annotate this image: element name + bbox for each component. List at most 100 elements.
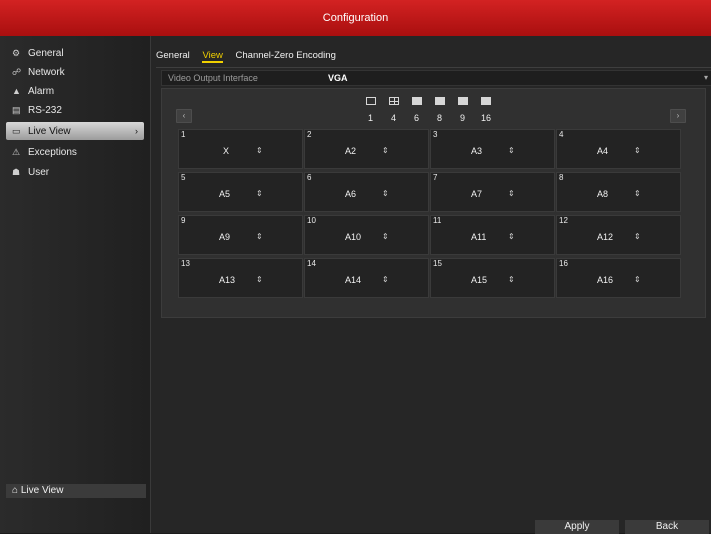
layout-16-icon[interactable]: [481, 97, 491, 105]
channel-camera-value[interactable]: A5: [219, 189, 230, 199]
chevron-left-icon: ‹: [182, 111, 186, 120]
channel-camera-value[interactable]: A16: [597, 275, 613, 285]
channel-camera-value[interactable]: A15: [471, 275, 487, 285]
layout-9-icon[interactable]: [458, 97, 468, 105]
tab-general[interactable]: General: [156, 50, 190, 61]
channel-cell[interactable]: 4 A4 ⇕: [556, 129, 681, 169]
sidebar-item-exceptions[interactable]: ⚠ Exceptions: [6, 143, 144, 161]
channel-number: 11: [433, 216, 442, 225]
sidebar-item-label: Exceptions: [28, 147, 77, 158]
layout-label[interactable]: 9: [460, 113, 465, 123]
spinner-arrows-icon[interactable]: ⇕: [256, 275, 263, 284]
home-icon: ⌂: [12, 485, 21, 496]
previous-page-button[interactable]: ‹: [176, 109, 192, 123]
channel-camera-value[interactable]: A12: [597, 232, 613, 242]
monitor-icon: ▭: [12, 126, 21, 136]
layout-8-icon[interactable]: [435, 97, 445, 105]
video-output-select[interactable]: Video Output Interface VGA ▾: [161, 70, 711, 86]
tab-bar: General View Channel-Zero Encoding: [156, 50, 346, 66]
sidebar-item-label: General: [28, 48, 64, 59]
tab-divider: [156, 67, 711, 68]
alarm-icon: ▲: [12, 86, 21, 96]
channel-cell[interactable]: 6 A6 ⇕: [304, 172, 429, 212]
channel-camera-value[interactable]: A10: [345, 232, 361, 242]
chevron-down-icon: ▾: [703, 73, 708, 82]
channel-cell[interactable]: 5 A5 ⇕: [178, 172, 303, 212]
sidebar-item-live-view[interactable]: ▭ Live View ›: [6, 122, 144, 140]
channel-number: 5: [181, 173, 186, 182]
spinner-arrows-icon[interactable]: ⇕: [256, 232, 263, 241]
sidebar-item-user[interactable]: ☗ User: [6, 163, 144, 181]
spinner-arrows-icon[interactable]: ⇕: [634, 275, 641, 284]
channel-camera-value[interactable]: A2: [345, 146, 356, 156]
sidebar-item-general[interactable]: ⚙ General: [6, 44, 144, 62]
spinner-arrows-icon[interactable]: ⇕: [382, 275, 389, 284]
channel-number: 9: [181, 216, 186, 225]
channel-camera-value[interactable]: A6: [345, 189, 356, 199]
channel-cell[interactable]: 16 A16 ⇕: [556, 258, 681, 298]
sidebar-item-rs232[interactable]: ▤ RS-232: [6, 101, 144, 119]
back-button[interactable]: Back: [625, 520, 709, 534]
channel-number: 8: [559, 173, 564, 182]
window-title: Configuration: [0, 0, 711, 36]
channel-cell[interactable]: 9 A9 ⇕: [178, 215, 303, 255]
sidebar: ⚙ General ☍ Network ▲ Alarm ▤ RS-232 ▭ Live V…: [0, 36, 151, 533]
channel-camera-value[interactable]: A11: [471, 232, 486, 242]
spinner-arrows-icon[interactable]: ⇕: [508, 189, 515, 198]
channel-number: 2: [307, 130, 312, 139]
spinner-arrows-icon[interactable]: ⇕: [634, 189, 641, 198]
channel-cell[interactable]: 14 A14 ⇕: [304, 258, 429, 298]
channel-cell[interactable]: 3 A3 ⇕: [430, 129, 555, 169]
channel-camera-value[interactable]: A3: [471, 146, 482, 156]
channel-cell[interactable]: 1 X ⇕: [178, 129, 303, 169]
layout-6-icon[interactable]: [412, 97, 422, 105]
channel-camera-value[interactable]: A13: [219, 275, 235, 285]
spinner-arrows-icon[interactable]: ⇕: [382, 232, 389, 241]
next-page-button[interactable]: ›: [670, 109, 686, 123]
spinner-arrows-icon[interactable]: ⇕: [256, 146, 263, 155]
channel-camera-value[interactable]: A8: [597, 189, 608, 199]
layout-4-icon[interactable]: [389, 97, 399, 105]
channel-camera-value[interactable]: A7: [471, 189, 482, 199]
channel-cell[interactable]: 11 A11 ⇕: [430, 215, 555, 255]
channel-cell[interactable]: 12 A12 ⇕: [556, 215, 681, 255]
channel-cell[interactable]: 7 A7 ⇕: [430, 172, 555, 212]
layout-label[interactable]: 4: [391, 113, 396, 123]
spinner-arrows-icon[interactable]: ⇕: [382, 189, 389, 198]
channel-cell[interactable]: 10 A10 ⇕: [304, 215, 429, 255]
channel-cell[interactable]: 2 A2 ⇕: [304, 129, 429, 169]
sidebar-item-label: RS-232: [28, 105, 62, 116]
channel-camera-value[interactable]: A14: [345, 275, 361, 285]
sidebar-item-alarm[interactable]: ▲ Alarm: [6, 82, 144, 100]
spinner-arrows-icon[interactable]: ⇕: [508, 275, 515, 284]
layout-label[interactable]: 1: [368, 113, 373, 123]
layout-label[interactable]: 6: [414, 113, 419, 123]
channel-camera-value[interactable]: A9: [219, 232, 230, 242]
tab-channel-zero-encoding[interactable]: Channel-Zero Encoding: [236, 50, 336, 61]
layout-label[interactable]: 8: [437, 113, 442, 123]
spinner-arrows-icon[interactable]: ⇕: [634, 232, 641, 241]
spinner-arrows-icon[interactable]: ⇕: [382, 146, 389, 155]
video-output-value: VGA: [328, 73, 348, 83]
channel-camera-value[interactable]: X: [223, 146, 229, 156]
apply-button[interactable]: Apply: [535, 520, 619, 534]
channel-cell[interactable]: 13 A13 ⇕: [178, 258, 303, 298]
tab-view[interactable]: View: [202, 50, 223, 63]
channel-cell[interactable]: 8 A8 ⇕: [556, 172, 681, 212]
sidebar-item-label: Live View: [28, 126, 71, 137]
channel-camera-value[interactable]: A4: [597, 146, 608, 156]
channel-cell[interactable]: 15 A15 ⇕: [430, 258, 555, 298]
spinner-arrows-icon[interactable]: ⇕: [508, 146, 515, 155]
spinner-arrows-icon[interactable]: ⇕: [256, 189, 263, 198]
layout-label[interactable]: 16: [481, 113, 491, 123]
gear-icon: ⚙: [12, 48, 21, 58]
spinner-arrows-icon[interactable]: ⇕: [634, 146, 641, 155]
chevron-right-icon: ›: [135, 126, 138, 136]
bottom-nav-label: Live View: [20, 485, 64, 496]
channel-number: 15: [433, 259, 442, 268]
spinner-arrows-icon[interactable]: ⇕: [508, 232, 515, 241]
live-view-nav-button[interactable]: ⌂ Live View: [6, 484, 146, 498]
channel-number: 10: [307, 216, 316, 225]
layout-1-icon[interactable]: [366, 97, 376, 105]
sidebar-item-network[interactable]: ☍ Network: [6, 63, 144, 81]
